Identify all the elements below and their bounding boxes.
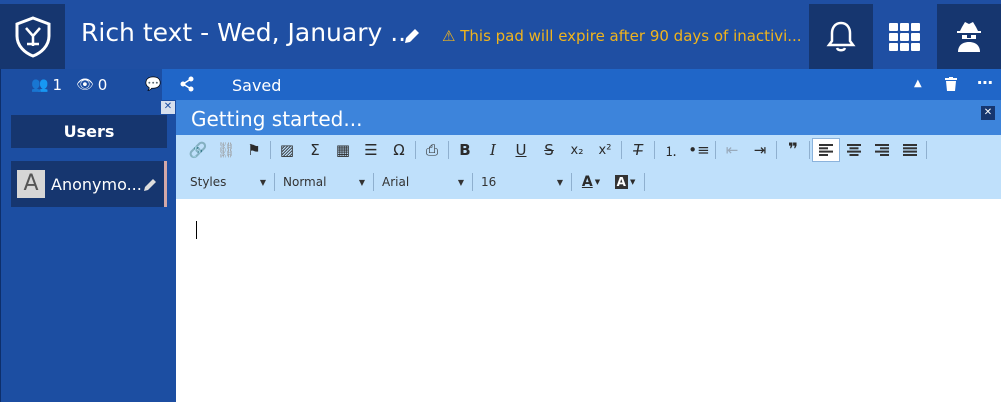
chevron-down-icon: ▼ — [556, 177, 563, 187]
edit-title-pencil-icon[interactable] — [402, 26, 422, 50]
panel-header: Getting started... ✕ — [176, 100, 1001, 135]
warning-icon: ⚠ — [442, 27, 456, 45]
font-select-value: Arial — [382, 175, 410, 189]
user-menu-button[interactable] — [937, 4, 1001, 69]
unlink-icon[interactable]: ⛓ — [212, 138, 240, 162]
omega-icon[interactable]: Ω — [385, 138, 413, 162]
separator — [270, 141, 271, 159]
close-panel-button[interactable]: ✕ — [981, 106, 995, 120]
chevron-down-icon: ▼ — [457, 177, 464, 187]
table-icon[interactable]: ▦ — [329, 138, 357, 162]
strike-icon[interactable]: S — [535, 138, 563, 162]
separator — [715, 141, 716, 159]
flag-icon[interactable]: ⚑ — [240, 138, 268, 162]
sigma-icon[interactable]: Σ — [301, 138, 329, 162]
hline-icon[interactable]: ☰ — [357, 138, 385, 162]
justify-icon[interactable] — [896, 138, 924, 162]
grid-icon — [889, 22, 920, 51]
separator — [644, 173, 645, 191]
text-cursor — [196, 221, 197, 239]
save-status: Saved — [232, 76, 282, 95]
italic-icon[interactable]: I — [479, 138, 507, 162]
editor-content-area[interactable] — [176, 199, 1001, 402]
avatar: A — [17, 170, 45, 198]
styles-select[interactable]: Styles ▼ — [184, 170, 272, 194]
text-color-icon: A — [581, 174, 593, 190]
trash-icon[interactable] — [945, 76, 957, 95]
logo[interactable] — [0, 4, 65, 69]
styles-select-value: Styles — [190, 175, 227, 189]
pad-toolbar: Saved ▲ ⋯ — [162, 69, 1001, 100]
incognito-user-icon — [957, 21, 981, 52]
share-icon[interactable] — [180, 76, 194, 96]
separator — [621, 141, 622, 159]
user-name: Anonymo... — [51, 175, 142, 194]
users-icon: 👥 — [31, 76, 49, 93]
align-center-icon[interactable] — [840, 138, 868, 162]
expiry-warning: ⚠ This pad will expire after 90 days of … — [442, 27, 802, 45]
quote-icon[interactable]: ❞ — [779, 138, 807, 162]
text-color-button[interactable]: A ▼ — [574, 170, 608, 194]
edit-name-pencil-icon[interactable] — [142, 177, 158, 197]
outdent-icon[interactable]: ⇤ — [718, 138, 746, 162]
superscript-icon[interactable]: x² — [591, 138, 619, 162]
warning-text: This pad will expire after 90 days of in… — [460, 27, 802, 45]
user-list-item[interactable]: A Anonymo... — [11, 161, 167, 207]
separator — [571, 173, 572, 191]
separator — [415, 141, 416, 159]
format-select[interactable]: Normal ▼ — [277, 170, 371, 194]
format-select-value: Normal — [283, 175, 327, 189]
separator — [654, 141, 655, 159]
font-size-select[interactable]: 16 ▼ — [475, 170, 569, 194]
align-right-icon[interactable] — [868, 138, 896, 162]
users-heading: Users — [11, 115, 167, 148]
separator — [448, 141, 449, 159]
ordered-list-icon[interactable]: ⒈ — [657, 138, 685, 162]
separator — [373, 173, 374, 191]
sidebar: 👥 1 👁 0 💬 ✕ Users A Anonymo... — [0, 69, 176, 402]
chevron-down-icon: ▼ — [594, 178, 601, 186]
separator — [274, 173, 275, 191]
separator — [926, 141, 927, 159]
user-count: 1 — [52, 75, 62, 94]
toolbar-row-1: 🔗 ⛓ ⚑ ▨ Σ ▦ ☰ Ω ⎙ B I U S x₂ x² T̶ ⒈ •≡ … — [184, 138, 929, 162]
chevron-down-icon: ▼ — [629, 178, 636, 186]
collapse-up-icon[interactable]: ▲ — [914, 78, 922, 89]
chevron-down-icon: ▼ — [358, 177, 365, 187]
shield-logo-icon — [15, 15, 50, 58]
clear-format-icon[interactable]: T̶ — [624, 138, 652, 162]
bell-icon — [826, 21, 856, 51]
print-icon[interactable]: ⎙ — [418, 138, 446, 162]
panel-title: Getting started... — [191, 107, 363, 131]
pad-title[interactable]: Rich text - Wed, January ... — [81, 18, 414, 47]
more-options-icon[interactable]: ⋯ — [977, 73, 993, 92]
background-color-button[interactable]: A ▼ — [608, 170, 642, 194]
top-bar: Rich text - Wed, January ... ⚠ This pad … — [0, 0, 1001, 69]
separator — [776, 141, 777, 159]
font-select[interactable]: Arial ▼ — [376, 170, 470, 194]
sidebar-stats: 👥 1 👁 0 💬 — [1, 69, 163, 100]
font-size-select-value: 16 — [481, 175, 497, 189]
underline-icon[interactable]: U — [507, 138, 535, 162]
bullet-list-icon[interactable]: •≡ — [685, 138, 713, 162]
separator — [472, 173, 473, 191]
chat-icon[interactable]: 💬 — [145, 77, 161, 92]
toolbar-row-2: Styles ▼ Normal ▼ Arial ▼ 16 ▼ A ▼ A ▼ — [184, 170, 647, 194]
image-icon[interactable]: ▨ — [273, 138, 301, 162]
background-color-icon: A — [614, 175, 628, 189]
eye-icon: 👁 — [75, 76, 94, 93]
subscript-icon[interactable]: x₂ — [563, 138, 591, 162]
indent-icon[interactable]: ⇥ — [746, 138, 774, 162]
notifications-button[interactable] — [809, 4, 873, 69]
align-left-icon[interactable] — [812, 138, 840, 162]
link-icon[interactable]: 🔗 — [184, 138, 212, 162]
bold-icon[interactable]: B — [451, 138, 479, 162]
editor-toolbar: 🔗 ⛓ ⚑ ▨ Σ ▦ ☰ Ω ⎙ B I U S x₂ x² T̶ ⒈ •≡ … — [176, 135, 1001, 199]
separator — [809, 141, 810, 159]
chevron-down-icon: ▼ — [259, 177, 266, 187]
close-sidebar-button[interactable]: ✕ — [161, 101, 175, 114]
viewer-count: 0 — [97, 75, 108, 94]
apps-menu-button[interactable] — [873, 4, 937, 69]
